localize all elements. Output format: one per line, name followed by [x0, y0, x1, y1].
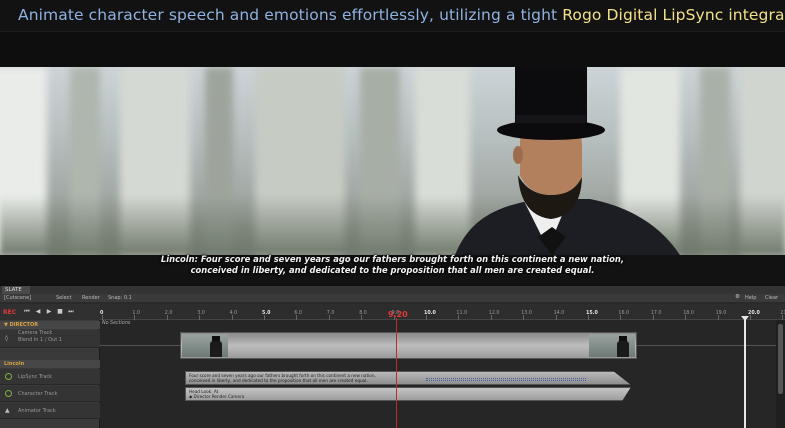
tab-slate-label: SLATE: [5, 287, 22, 293]
ruler-tick-label: 13.0: [521, 311, 532, 316]
cutscene-dropdown[interactable]: [Cutscene]: [4, 295, 31, 301]
play-icon[interactable]: ▶: [46, 309, 52, 315]
lincoln-ear: [513, 146, 523, 164]
rec-button[interactable]: REC: [3, 309, 16, 316]
render-button[interactable]: Render: [82, 295, 100, 301]
root-window: Animate character speech and emotions ef…: [0, 0, 785, 428]
group-header-director[interactable]: ▼ DIRECTOR: [0, 321, 100, 329]
skip-end-icon[interactable]: ⏭: [68, 309, 74, 315]
ruler-tick-label: 14.0: [553, 311, 565, 316]
select-button[interactable]: Select: [56, 295, 71, 301]
playhead-time: 9.20: [388, 310, 408, 319]
group-name: Lincoln: [4, 361, 25, 367]
track-name: Animator Track: [18, 408, 56, 414]
snap-field[interactable]: Snap: 0.1: [108, 295, 132, 301]
banner-main-text: Animate character speech and emotions ef…: [18, 6, 563, 24]
track-row-character[interactable]: Character Track: [0, 386, 100, 402]
ruler-tick-label: 8.0: [359, 311, 367, 316]
shot-thumbnail: [182, 334, 228, 357]
ruler-tick-label: 20.0: [748, 311, 760, 316]
playhead-line[interactable]: [396, 318, 397, 428]
game-view: [0, 67, 785, 255]
ruler-tick-label: 15.0: [586, 311, 598, 316]
ruler-tick-label: 19.0: [715, 311, 727, 316]
track-row-animator[interactable]: ▲ Animator Track: [0, 403, 100, 419]
track-list: ▼ DIRECTOR ◊ Camera Track Blend In 1 / O…: [0, 320, 100, 428]
slate-editor: SLATE [Cutscene] Select Render Snap: 0.1…: [0, 286, 785, 428]
gear-icon[interactable]: ⚙: [735, 294, 740, 300]
ruler-tick-label: 17.0: [650, 311, 662, 316]
subtitle-area: Lincoln: Four score and seven years ago …: [0, 254, 785, 278]
lipsync-clip[interactable]: Four score and seven years ago our fathe…: [185, 371, 631, 385]
transport-controls: REC ⏮ ◀ ▶ ■ ⏭: [0, 304, 100, 320]
ruler-tick-label: 1.0: [132, 311, 141, 316]
lincoln-character: [455, 67, 680, 255]
scrollbar-thumb[interactable]: [778, 324, 783, 394]
camera-icon: ◊: [5, 335, 8, 342]
ruler-tick-label: 10.0: [424, 311, 436, 316]
ruler-tick-label: 7.0: [326, 311, 335, 316]
editor-titlebar: SLATE: [0, 286, 785, 294]
animator-icon: ▲: [5, 407, 10, 414]
track-name: Character Track: [18, 391, 58, 397]
lincoln-hat-band: [516, 115, 586, 123]
banner-accent-text: Rogo Digital LipSync integration.: [562, 6, 785, 24]
ruler-tick-label: 4.0: [229, 311, 238, 316]
audio-waveform: [426, 378, 586, 381]
step-back-icon[interactable]: ◀: [35, 309, 41, 315]
track-row-lipsync[interactable]: LipSync Track: [0, 369, 100, 385]
stop-icon[interactable]: ■: [57, 309, 63, 315]
tab-slate[interactable]: SLATE: [2, 286, 30, 294]
vertical-scrollbar[interactable]: [776, 320, 785, 428]
promo-banner: Animate character speech and emotions ef…: [0, 0, 785, 32]
ruler-tick-label: 5.0: [262, 311, 271, 316]
subtitle-text: Lincoln: Four score and seven years ago …: [160, 254, 625, 275]
group-name: DIRECTOR: [9, 322, 39, 328]
character-clip[interactable]: Head Look: At ◆ Director Render Camera: [185, 387, 631, 401]
track-row-camera[interactable]: ◊ Camera Track Blend In 1 / Out 1: [0, 330, 100, 348]
clear-button[interactable]: Clear: [765, 295, 778, 301]
shot-thumbnail: [589, 334, 635, 357]
ruler-tick-label: 21: [780, 311, 785, 316]
ruler-tick-label: 12.0: [488, 311, 500, 316]
sections-label: No Sections: [102, 321, 131, 326]
track-detail: Blend In 1 / Out 1: [18, 337, 62, 343]
character-icon: [5, 390, 12, 397]
skip-start-icon[interactable]: ⏮: [24, 309, 30, 315]
lipsync-clip-text: Four score and seven years ago our fathe…: [189, 373, 376, 383]
track-name: LipSync Track: [18, 374, 53, 380]
ruler-tick-label: 3.0: [197, 311, 205, 316]
ruler-tick-label: 16.0: [618, 311, 630, 316]
ruler-tick-label: 6.0: [294, 311, 303, 316]
timeline-ruler[interactable]: 0 1.0 2.0 3.0 4.0 5.0 6.0 7.0 8.0 9.0 10.0 11.0 12.0…: [100, 304, 785, 320]
ruler-tick-label: 2.0: [164, 311, 173, 316]
banner-headline: Animate character speech and emotions ef…: [18, 6, 785, 24]
track-name: Camera Track: [18, 330, 53, 336]
editor-toolbar: [Cutscene] Select Render Snap: 0.1 ⚙ Hel…: [0, 294, 785, 302]
thumbnail-figure: [210, 341, 222, 357]
end-marker-line[interactable]: [744, 319, 746, 428]
camera-shot-clip[interactable]: [180, 332, 637, 359]
ruler-tick-label: 0: [100, 311, 104, 316]
character-clip-text: Head Look: At ◆ Director Render Camera: [189, 389, 245, 399]
ruler-tick-label: 11.0: [456, 311, 468, 316]
thumbnail-figure: [617, 341, 629, 357]
help-button[interactable]: Help: [745, 295, 756, 301]
group-header-lincoln[interactable]: Lincoln: [0, 360, 100, 368]
ruler-tick-label: 18.0: [683, 311, 694, 316]
lipsync-icon: [5, 373, 12, 380]
